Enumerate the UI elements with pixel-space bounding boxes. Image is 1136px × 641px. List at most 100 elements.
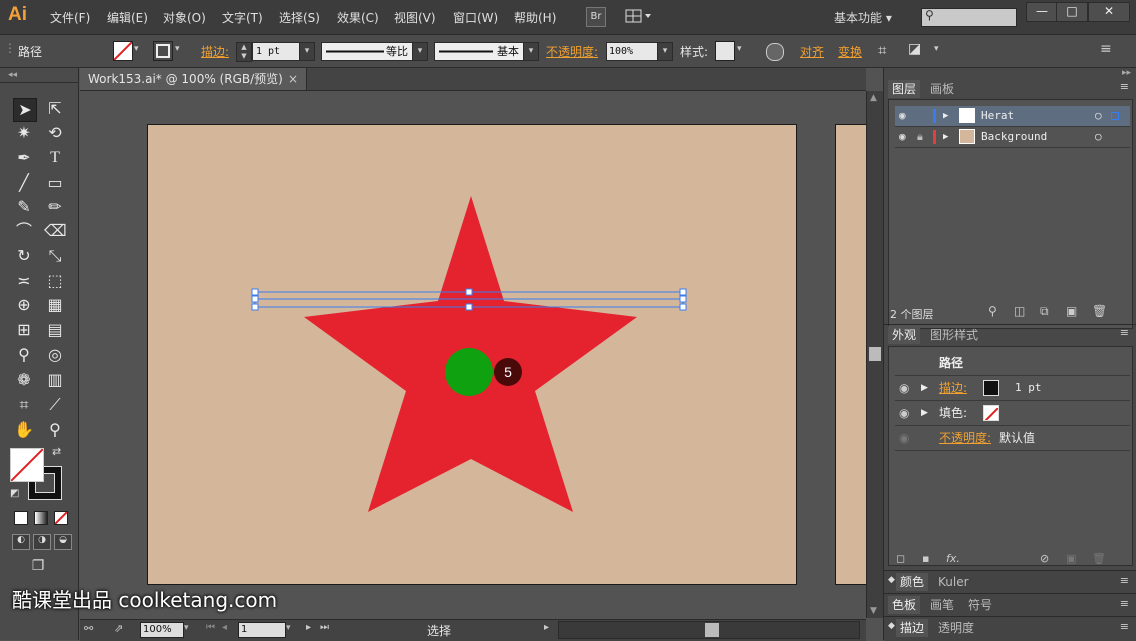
fill-swatch[interactable] — [113, 41, 133, 61]
scroll-up-icon[interactable]: ▲ — [870, 93, 877, 103]
visibility-eye-icon[interactable]: ◉ — [899, 376, 909, 400]
arrange-documents-icon[interactable] — [625, 8, 653, 24]
vertical-scroll-thumb[interactable] — [869, 347, 881, 361]
next-artboard-icon[interactable]: ▸ — [306, 622, 311, 633]
column-graph-tool-icon[interactable]: ▥ — [44, 369, 66, 391]
close-button[interactable]: ✕ — [1088, 2, 1130, 22]
draw-inside-icon[interactable]: ◒ — [54, 534, 72, 550]
make-envelope-icon[interactable]: ◪ — [908, 41, 921, 57]
delete-layer-icon[interactable]: 🗑︎ — [1092, 304, 1107, 318]
shape-builder-tool-icon[interactable]: ⊕ — [13, 294, 35, 316]
opacity-dropdown-icon[interactable]: ▾ — [657, 42, 673, 61]
visibility-eye-icon[interactable]: ◉ — [899, 127, 906, 147]
workspace-switcher[interactable]: 基本功能 ▾ — [834, 9, 892, 26]
screen-mode-icon[interactable]: ❐ — [26, 558, 50, 574]
delete-item-icon[interactable]: 🗑︎ — [1092, 552, 1106, 565]
layer-row-herat[interactable]: ◉ ▶ Herat ○ — [895, 106, 1130, 127]
lasso-tool-icon[interactable]: ⟲ — [44, 122, 66, 144]
envelope-dropdown-icon[interactable]: ▾ — [934, 44, 939, 54]
appearance-opacity-row[interactable]: ◉ 不透明度: 默认值 — [895, 426, 1130, 451]
style-dropdown-icon[interactable]: ▾ — [737, 44, 742, 54]
recolor-artwork-icon[interactable] — [766, 43, 784, 61]
expand-fill-icon[interactable]: ▶ — [921, 401, 928, 425]
tab-stroke[interactable]: 描边 — [896, 619, 929, 637]
zoom-tool-icon[interactable]: ⚲ — [44, 419, 66, 441]
search-input[interactable]: ⚲ — [921, 8, 1017, 27]
make-clipping-mask-icon[interactable]: ◫ — [1014, 304, 1025, 318]
align-panel-link[interactable]: 对齐 — [800, 43, 824, 60]
stroke-menu-icon[interactable]: ≡ — [1120, 620, 1129, 633]
visibility-eye-icon[interactable]: ◉ — [899, 106, 906, 126]
share-icon[interactable]: ⇗ — [114, 622, 123, 635]
selection-tool-icon[interactable]: ➤ — [13, 98, 37, 122]
last-artboard-icon[interactable]: ⏭ — [320, 622, 329, 633]
scroll-down-icon[interactable]: ▼ — [870, 606, 877, 616]
tab-swatches[interactable]: 色板 — [888, 596, 921, 614]
menu-type[interactable]: 文字(T) — [222, 9, 263, 26]
document-info-icon[interactable]: ⚯ — [84, 622, 93, 635]
blend-tool-icon[interactable]: ◎ — [44, 344, 66, 366]
default-colors-icon[interactable]: ◩ — [10, 488, 19, 499]
first-artboard-icon[interactable]: ⏮ — [206, 622, 215, 633]
artboard-tool-icon[interactable]: ⌗ — [13, 394, 35, 416]
menu-edit[interactable]: 编辑(E) — [107, 9, 148, 26]
minimize-button[interactable]: — — [1026, 2, 1058, 22]
menu-object[interactable]: 对象(O) — [163, 9, 206, 26]
stroke-weight-input[interactable]: 1 pt — [252, 42, 303, 61]
collapse-dock-icon[interactable]: ▸▸ — [1122, 68, 1131, 78]
tab-color[interactable]: 颜色 — [896, 573, 929, 591]
zoom-input[interactable]: 100% — [140, 622, 184, 638]
appearance-stroke-value[interactable]: 1 pt — [1015, 376, 1042, 400]
eraser-tool-icon[interactable]: ⌫ — [44, 220, 67, 242]
menu-select[interactable]: 选择(S) — [279, 9, 320, 26]
fill-color-box[interactable] — [10, 448, 44, 482]
scale-tool-icon[interactable]: ⤡ — [44, 245, 66, 267]
gradient-tool-icon[interactable]: ▤ — [44, 319, 66, 341]
status-menu-icon[interactable]: ▸ — [544, 622, 549, 633]
opacity-panel-link[interactable]: 不透明度: — [546, 43, 598, 60]
opacity-input[interactable]: 100% — [606, 42, 658, 61]
none-mode-icon[interactable] — [54, 511, 68, 525]
artboard-number-input[interactable]: 1 — [238, 622, 286, 638]
new-sublayer-icon[interactable]: ⧉ — [1040, 304, 1049, 319]
width-tool-icon[interactable]: ≍ — [13, 270, 35, 292]
layers-menu-icon[interactable]: ≡ — [1120, 80, 1129, 93]
menu-file[interactable]: 文件(F) — [50, 9, 90, 26]
stroke-weight-stepper[interactable]: ▲ ▼ — [236, 42, 252, 62]
tab-artboards[interactable]: 画板 — [926, 80, 958, 98]
document-close-icon[interactable]: × — [288, 68, 298, 90]
control-menu-icon[interactable]: ≡ — [1100, 41, 1112, 57]
layer-name[interactable]: Herat — [981, 106, 1014, 126]
layer-name[interactable]: Background — [981, 127, 1047, 147]
blob-brush-tool-icon[interactable]: ⌒ — [13, 220, 35, 242]
fill-dropdown-icon[interactable]: ▾ — [134, 44, 139, 54]
isolate-selected-icon[interactable]: ⌗ — [878, 41, 886, 59]
target-circle-icon[interactable]: ○ — [1095, 106, 1102, 126]
appearance-stroke-row[interactable]: ◉ ▶ 描边: 1 pt — [895, 376, 1130, 401]
horizontal-scrollbar[interactable] — [558, 621, 860, 639]
menu-help[interactable]: 帮助(H) — [514, 9, 556, 26]
tab-symbols[interactable]: 符号 — [964, 596, 996, 614]
draw-behind-icon[interactable]: ◑ — [33, 534, 51, 550]
target-circle-icon[interactable]: ○ — [1095, 127, 1102, 147]
appearance-stroke-label[interactable]: 描边: — [939, 376, 967, 400]
rotate-tool-icon[interactable]: ↻ — [13, 245, 35, 267]
mesh-tool-icon[interactable]: ⊞ — [13, 319, 35, 341]
lock-icon[interactable]: 🔒︎ — [917, 127, 923, 147]
eyedropper-tool-icon[interactable]: ⚲ — [13, 344, 35, 366]
swatches-panel-collapsed[interactable]: ▾ 色板 画笔 符号 ≡ — [884, 593, 1136, 616]
slice-tool-icon[interactable]: ⟋ — [44, 394, 66, 416]
swap-fill-stroke-icon[interactable]: ⇄ — [52, 445, 61, 458]
add-new-stroke-icon[interactable]: ◻ — [896, 552, 905, 565]
draw-normal-icon[interactable]: ◐ — [12, 534, 30, 550]
restore-button[interactable]: □ — [1056, 2, 1088, 22]
variable-width-profile[interactable]: 等比 — [321, 42, 413, 61]
stroke-dropdown-icon[interactable]: ▾ — [175, 44, 180, 54]
transform-panel-link[interactable]: 变换 — [838, 43, 862, 60]
color-panel-collapsed[interactable]: ◆ 颜色 Kuler ≡ — [884, 570, 1136, 593]
menu-window[interactable]: 窗口(W) — [453, 9, 498, 26]
visibility-eye-icon[interactable]: ◉ — [899, 426, 909, 450]
color-menu-icon[interactable]: ≡ — [1120, 574, 1129, 587]
tab-appearance[interactable]: 外观 — [888, 326, 921, 344]
symbol-sprayer-tool-icon[interactable]: ❁ — [13, 369, 35, 391]
